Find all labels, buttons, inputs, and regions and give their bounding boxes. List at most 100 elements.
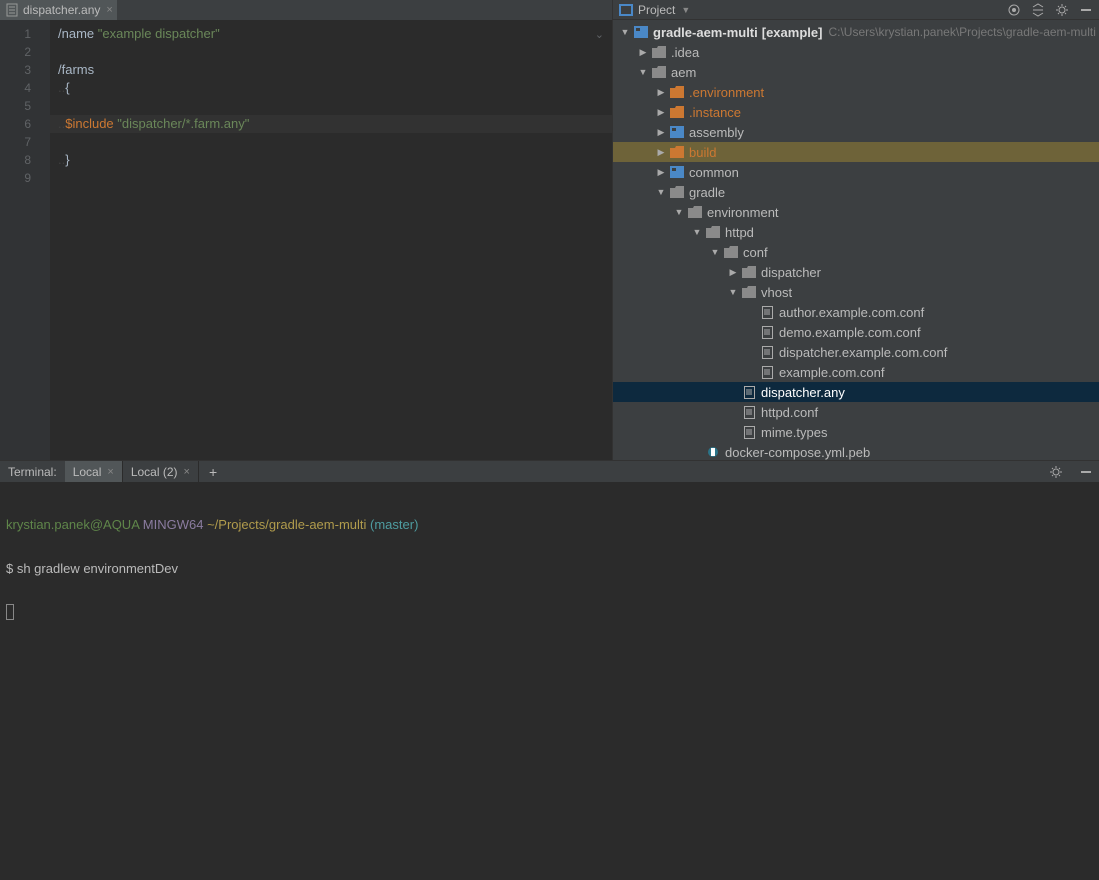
close-icon[interactable]: × (184, 466, 190, 478)
folder-icon (741, 286, 757, 298)
tree-twist[interactable] (653, 187, 669, 197)
tree-item-example-com-conf[interactable]: example.com.conf (613, 362, 1099, 382)
tree-twist[interactable] (653, 107, 669, 118)
tree-twist[interactable] (635, 47, 651, 58)
tree-label: dispatcher.example.com.conf (779, 345, 947, 360)
project-icon (619, 4, 633, 16)
editor-code[interactable]: ⌄ /name "example dispatcher"/farms..{..$… (50, 20, 612, 460)
tree-twist[interactable] (653, 127, 669, 138)
tree-item-dispatcher-any[interactable]: dispatcher.any (613, 382, 1099, 402)
tree-label: author.example.com.conf (779, 305, 924, 320)
ofolder-icon (669, 146, 685, 158)
tree-item-assembly[interactable]: assembly (613, 122, 1099, 142)
minimize-icon[interactable] (1079, 3, 1093, 17)
tree-label: .instance (689, 105, 741, 120)
tree-label: aem (671, 65, 696, 80)
terminal-tab-label: Local (73, 465, 102, 479)
module-icon (633, 26, 649, 38)
project-tree[interactable]: gradle-aem-multi[example]C:\Users\krysti… (613, 20, 1099, 460)
tree-item-build[interactable]: build (613, 142, 1099, 162)
tree-twist[interactable] (671, 207, 687, 217)
editor-tab-dispatcher[interactable]: dispatcher.any × (0, 0, 117, 20)
tree-label: .environment (689, 85, 764, 100)
close-icon[interactable]: × (106, 4, 112, 16)
collapse-icon[interactable] (1031, 3, 1045, 17)
tree-item-author-example-com-conf[interactable]: author.example.com.conf (613, 302, 1099, 322)
file-icon (741, 406, 757, 419)
tree-item-mime-types[interactable]: mime.types (613, 422, 1099, 442)
gear-icon[interactable] (1049, 465, 1069, 479)
file-icon (759, 326, 775, 339)
terminal-body[interactable]: krystian.panek@AQUA MINGW64 ~/Projects/g… (0, 482, 1099, 880)
tree-twist[interactable] (617, 27, 633, 37)
editor-gutter: 123456789 (0, 20, 50, 460)
yml-icon (705, 446, 721, 458)
tree-twist[interactable] (653, 147, 669, 158)
tree-item-gradle[interactable]: gradle (613, 182, 1099, 202)
tree-twist[interactable] (725, 287, 741, 297)
tree-twist[interactable] (653, 87, 669, 98)
module-icon (669, 126, 685, 138)
editor-tab-bar: dispatcher.any × (0, 0, 612, 20)
ofolder-icon (669, 86, 685, 98)
chevron-down-icon[interactable]: ▼ (681, 5, 690, 15)
tree-item-dispatcher-example-com-conf[interactable]: dispatcher.example.com.conf (613, 342, 1099, 362)
add-terminal-button[interactable]: + (199, 464, 227, 480)
tree-twist[interactable] (653, 167, 669, 178)
folder-icon (651, 66, 667, 78)
tree-label: .idea (671, 45, 699, 60)
folder-icon (687, 206, 703, 218)
minimize-icon[interactable] (1079, 465, 1099, 479)
tree-label: docker-compose.yml.peb (725, 445, 870, 460)
terminal-tab[interactable]: Local × (65, 461, 123, 483)
terminal-tab[interactable]: Local (2)× (123, 461, 199, 483)
tree-item-httpd-conf[interactable]: httpd.conf (613, 402, 1099, 422)
tree-item-common[interactable]: common (613, 162, 1099, 182)
file-icon (741, 386, 757, 399)
tree-item--instance[interactable]: .instance (613, 102, 1099, 122)
tree-label: conf (743, 245, 768, 260)
tree-label: dispatcher.any (761, 385, 845, 400)
tree-label: assembly (689, 125, 744, 140)
tree-item-httpd[interactable]: httpd (613, 222, 1099, 242)
tree-item-aem[interactable]: aem (613, 62, 1099, 82)
tree-label: environment (707, 205, 779, 220)
tree-label: gradle-aem-multi (653, 25, 758, 40)
tree-label: mime.types (761, 425, 827, 440)
tree-item--environment[interactable]: .environment (613, 82, 1099, 102)
tree-label: vhost (761, 285, 792, 300)
tree-item-environment[interactable]: environment (613, 202, 1099, 222)
project-title: Project (638, 3, 675, 17)
gear-icon[interactable] (1055, 3, 1069, 17)
project-pane: Project ▼ gradle-aem-multi[example]C:\Us… (612, 0, 1099, 460)
tree-label: build (689, 145, 716, 160)
close-icon[interactable]: × (107, 466, 113, 478)
tree-twist[interactable] (707, 247, 723, 257)
folder-icon (741, 266, 757, 278)
tree-twist[interactable] (689, 227, 705, 237)
tree-twist[interactable] (635, 67, 651, 77)
tree-label: dispatcher (761, 265, 821, 280)
project-header[interactable]: Project ▼ (613, 0, 1099, 20)
tree-item-conf[interactable]: conf (613, 242, 1099, 262)
file-icon (6, 3, 18, 17)
target-icon[interactable] (1007, 3, 1021, 17)
terminal-branch: (master) (370, 517, 418, 532)
terminal-user: krystian.panek@AQUA (6, 517, 139, 532)
tree-item-gradle-aem-multi[interactable]: gradle-aem-multi[example]C:\Users\krysti… (613, 22, 1099, 42)
tree-label: common (689, 165, 739, 180)
editor-body[interactable]: 123456789 ⌄ /name "example dispatcher"/f… (0, 20, 612, 460)
file-icon (759, 366, 775, 379)
tree-item-vhost[interactable]: vhost (613, 282, 1099, 302)
ofolder-icon (669, 106, 685, 118)
tree-suffix: [example] (762, 25, 823, 40)
tree-twist[interactable] (725, 267, 741, 278)
tree-item-dispatcher[interactable]: dispatcher (613, 262, 1099, 282)
tree-item--idea[interactable]: .idea (613, 42, 1099, 62)
terminal-cursor (6, 604, 14, 620)
tree-item-demo-example-com-conf[interactable]: demo.example.com.conf (613, 322, 1099, 342)
terminal-header: Terminal: Local×Local (2)× + (0, 460, 1099, 482)
terminal-env: MINGW64 (143, 517, 204, 532)
terminal-line: krystian.panek@AQUA MINGW64 ~/Projects/g… (6, 514, 1093, 536)
tree-item-docker-compose-yml-peb[interactable]: docker-compose.yml.peb (613, 442, 1099, 460)
